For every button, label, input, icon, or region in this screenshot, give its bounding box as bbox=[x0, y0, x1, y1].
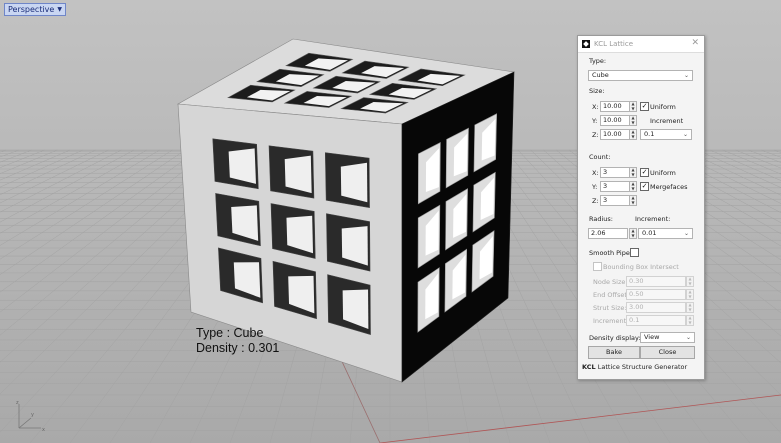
panel-title: KCL Lattice bbox=[594, 40, 633, 48]
size-increment-label: Increment bbox=[650, 117, 684, 125]
end-offset-label: End Offset: bbox=[593, 291, 630, 299]
count-y-input[interactable]: 3 bbox=[600, 181, 630, 192]
bbox-intersect-checkbox[interactable] bbox=[593, 262, 602, 271]
count-uniform-checkbox[interactable]: ✓ bbox=[640, 168, 649, 177]
density-display-select[interactable]: View ⌄ bbox=[640, 332, 695, 343]
axis-gizmo-icon: x z y bbox=[16, 400, 45, 433]
mergefaces-checkbox[interactable]: ✓ bbox=[640, 182, 649, 191]
size-uniform-checkbox[interactable]: ✓ bbox=[640, 102, 649, 111]
chevron-down-icon: ⌄ bbox=[685, 334, 691, 341]
size-x-spinner-icon[interactable]: ▲ ▼ bbox=[629, 101, 637, 112]
panel-titlebar[interactable]: KCL Lattice ✕ bbox=[578, 36, 704, 53]
node-size-spinner-icon[interactable]: ▲ ▼ bbox=[686, 276, 694, 287]
end-offset-input[interactable]: 0.50 bbox=[626, 289, 686, 300]
radius-increment-label: Increment: bbox=[635, 215, 671, 223]
size-uniform-label: Uniform bbox=[650, 103, 676, 111]
footer-brand: KCL bbox=[582, 363, 596, 371]
increment2-input[interactable]: 0.1 bbox=[626, 315, 686, 326]
count-x-spinner-icon[interactable]: ▲ ▼ bbox=[629, 167, 637, 178]
count-x-input[interactable]: 3 bbox=[600, 167, 630, 178]
svg-text:x: x bbox=[42, 427, 45, 433]
svg-text:y: y bbox=[31, 412, 34, 418]
type-select[interactable]: Cube ⌄ bbox=[588, 70, 693, 81]
increment2-label: Increment: bbox=[593, 317, 629, 325]
strut-size-label: Strut Size: bbox=[593, 304, 627, 312]
size-label: Size: bbox=[589, 87, 605, 95]
count-z-input[interactable]: 3 bbox=[600, 195, 630, 206]
size-x-label: X: bbox=[592, 103, 599, 111]
size-y-spinner-icon[interactable]: ▲ ▼ bbox=[629, 115, 637, 126]
lattice-opening-interior bbox=[340, 162, 368, 203]
bake-button[interactable]: Bake bbox=[588, 346, 640, 359]
increment2-spinner-icon[interactable]: ▲ ▼ bbox=[686, 315, 694, 326]
kcl-logo-icon bbox=[582, 40, 590, 48]
radius-increment-value: 0.01 bbox=[642, 229, 657, 237]
close-button[interactable]: Close bbox=[640, 346, 695, 359]
strut-size-input[interactable]: 3.00 bbox=[626, 302, 686, 313]
size-z-input[interactable]: 10.00 bbox=[600, 129, 630, 140]
viewport-menu-chevron-icon[interactable]: ▼ bbox=[57, 4, 62, 15]
size-y-input[interactable]: 10.00 bbox=[600, 115, 630, 126]
size-increment-select[interactable]: 0.1 ⌄ bbox=[640, 129, 692, 140]
type-label: Type: bbox=[589, 57, 607, 65]
size-z-spinner-icon[interactable]: ▲ ▼ bbox=[629, 129, 637, 140]
chevron-down-icon: ⌄ bbox=[683, 72, 689, 79]
mergefaces-label: Mergefaces bbox=[650, 183, 688, 191]
density-display-value: View bbox=[644, 333, 660, 341]
panel-footer: KCL Lattice Structure Generator bbox=[582, 363, 687, 371]
count-z-label: Z: bbox=[592, 197, 599, 205]
svg-text:z: z bbox=[16, 400, 19, 406]
lattice-info-overlay: Type : Cube Density : 0.301 bbox=[196, 326, 279, 356]
radius-increment-select[interactable]: 0.01 ⌄ bbox=[638, 228, 693, 239]
size-z-label: Z: bbox=[592, 131, 599, 139]
viewport-tab-perspective[interactable]: Perspective ▼ bbox=[4, 3, 66, 16]
node-size-label: Node Size: bbox=[593, 278, 628, 286]
chevron-down-icon: ⌄ bbox=[682, 131, 688, 138]
type-select-value: Cube bbox=[592, 71, 609, 79]
count-y-label: Y: bbox=[592, 183, 598, 191]
count-z-spinner-icon[interactable]: ▲ ▼ bbox=[629, 195, 637, 206]
overlay-density-text: Density : 0.301 bbox=[196, 341, 280, 355]
size-x-input[interactable]: 10.00 bbox=[600, 101, 630, 112]
smooth-pipe-label: Smooth Pipe bbox=[589, 249, 630, 257]
chevron-down-icon: ⌄ bbox=[683, 230, 689, 237]
viewport-tab-label: Perspective bbox=[8, 5, 55, 14]
radius-input[interactable]: 2.06 bbox=[588, 228, 628, 239]
size-increment-value: 0.1 bbox=[644, 130, 655, 138]
count-x-label: X: bbox=[592, 169, 599, 177]
radius-spinner-icon[interactable]: ▲ ▼ bbox=[629, 228, 637, 239]
density-display-label: Density display: bbox=[589, 334, 641, 342]
footer-text: Lattice Structure Generator bbox=[597, 363, 688, 371]
strut-size-spinner-icon[interactable]: ▲ ▼ bbox=[686, 302, 694, 313]
count-label: Count: bbox=[589, 153, 611, 161]
size-y-label: Y: bbox=[592, 117, 598, 125]
smooth-pipe-checkbox[interactable] bbox=[630, 248, 639, 257]
radius-label: Radius: bbox=[589, 215, 613, 223]
count-y-spinner-icon[interactable]: ▲ ▼ bbox=[629, 181, 637, 192]
node-size-input[interactable]: 0.30 bbox=[626, 276, 686, 287]
end-offset-spinner-icon[interactable]: ▲ ▼ bbox=[686, 289, 694, 300]
count-uniform-label: Uniform bbox=[650, 169, 676, 177]
close-icon[interactable]: ✕ bbox=[691, 38, 699, 48]
bbox-intersect-label: Bounding Box Intersect bbox=[603, 263, 679, 271]
kcl-lattice-panel: KCL Lattice ✕ Type: Cube ⌄ Size: X: 10.0… bbox=[577, 35, 705, 380]
overlay-type-text: Type : Cube bbox=[196, 326, 264, 340]
